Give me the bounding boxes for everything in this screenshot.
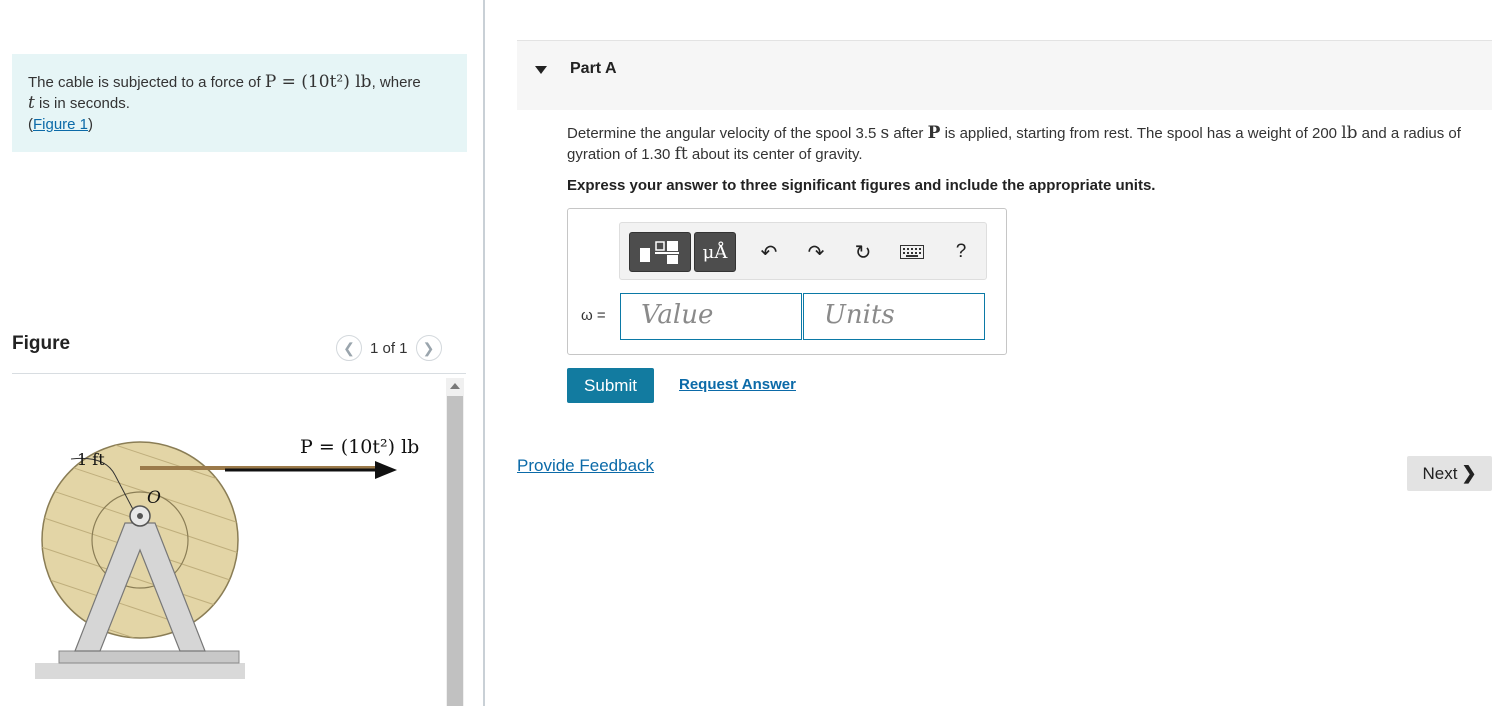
- unit-seconds: s: [880, 123, 890, 143]
- reset-icon[interactable]: ↻: [851, 240, 875, 264]
- value-input[interactable]: Value: [620, 293, 802, 340]
- ground: [35, 663, 245, 679]
- part-title: Part A: [570, 60, 617, 77]
- spool-figure: 1 ft O P = (10t²) lb: [35, 436, 419, 679]
- time-variable: t: [28, 93, 35, 113]
- next-button[interactable]: Next ❯: [1407, 456, 1492, 491]
- figure-link-paren-close: ): [88, 116, 94, 133]
- scroll-up-icon[interactable]: [450, 383, 460, 389]
- units-button[interactable]: μÅ: [694, 232, 736, 272]
- undo-icon[interactable]: ↶: [757, 240, 781, 264]
- units-icon: μÅ: [702, 241, 728, 263]
- figure-heading: Figure: [12, 333, 71, 354]
- base-plate: [58, 650, 240, 664]
- question-segment-1: Determine the angular velocity of the sp…: [567, 125, 881, 142]
- problem-statement: The cable is subjected to a force of P =…: [12, 54, 467, 152]
- scroll-thumb[interactable]: [447, 396, 463, 706]
- provide-feedback-link[interactable]: Provide Feedback: [517, 456, 654, 476]
- units-input[interactable]: Units: [803, 293, 985, 340]
- question-text: Determine the angular velocity of the sp…: [567, 123, 1487, 165]
- force-label: P = (10t²) lb: [300, 436, 419, 458]
- chevron-right-icon: ❯: [1461, 463, 1477, 483]
- unit-pounds: lb: [1341, 123, 1358, 143]
- figure-pager: ❮ 1 of 1 ❯: [336, 335, 442, 361]
- request-answer-link[interactable]: Request Answer: [679, 376, 796, 393]
- problem-text-after: , where: [371, 74, 421, 91]
- next-figure-button[interactable]: ❯: [415, 335, 442, 361]
- force-formula: P = (10t²) lb: [264, 72, 372, 92]
- templates-icon: [640, 241, 679, 264]
- problem-text: The cable is subjected to a force of: [28, 74, 265, 91]
- pane-divider: [483, 0, 485, 706]
- omega-label: ω =: [581, 307, 606, 324]
- question-segment-2: after: [889, 125, 928, 142]
- force-symbol: P: [927, 123, 941, 143]
- answer-box: μÅ ↶ ↷ ↻ ? ω = Value Units: [567, 208, 1007, 355]
- axle-pin: [137, 513, 143, 519]
- question-segment-5: about its center of gravity.: [687, 146, 863, 163]
- keyboard-icon[interactable]: [898, 240, 926, 264]
- force-arrowhead: [375, 461, 397, 479]
- submit-button[interactable]: Submit: [567, 368, 654, 403]
- question-segment-3: is applied, starting from rest. The spoo…: [940, 125, 1342, 142]
- collapse-caret-icon[interactable]: [535, 66, 547, 74]
- figure-pager-text: 1 of 1: [370, 339, 408, 357]
- figure-scrollbar[interactable]: [446, 378, 464, 706]
- unit-feet: ft: [674, 144, 688, 164]
- part-a-header[interactable]: Part A: [517, 40, 1492, 110]
- templates-button[interactable]: [629, 232, 691, 272]
- problem-text-line2: is in seconds.: [34, 95, 130, 112]
- figure-divider: [12, 373, 466, 374]
- center-label: O: [147, 488, 161, 508]
- radius-label: 1 ft: [77, 450, 105, 469]
- help-icon[interactable]: ?: [949, 240, 973, 264]
- prev-figure-button[interactable]: ❮: [336, 335, 362, 361]
- answer-instruction: Express your answer to three significant…: [567, 177, 1156, 194]
- next-label: Next: [1422, 463, 1458, 483]
- redo-icon[interactable]: ↷: [804, 240, 828, 264]
- math-toolbar: μÅ ↶ ↷ ↻ ?: [619, 222, 987, 280]
- figure-link[interactable]: Figure 1: [33, 116, 88, 133]
